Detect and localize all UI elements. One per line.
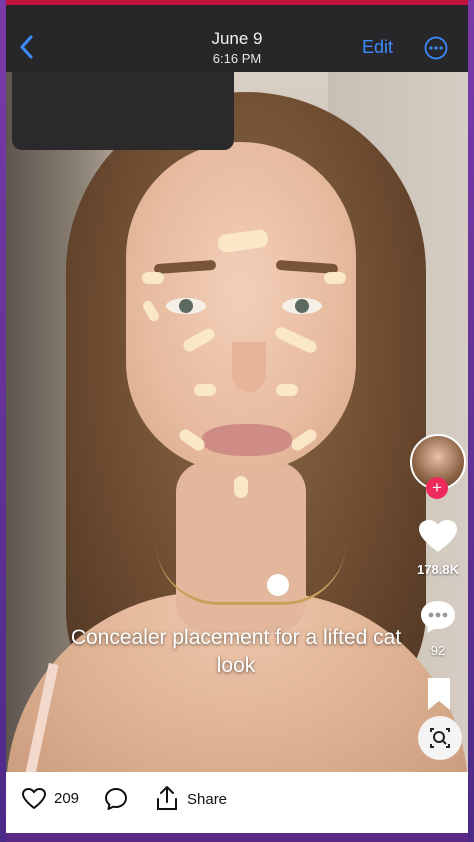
subject-lips (202, 424, 292, 456)
header-time: 6:16 PM (212, 51, 262, 66)
concealer-dot (234, 476, 248, 498)
video-caption: Concealer placement for a lifted cat loo… (70, 626, 402, 677)
share-icon[interactable] (156, 785, 178, 811)
heart-outline-icon[interactable] (22, 788, 46, 810)
ellipsis-circle-icon[interactable] (424, 36, 448, 60)
photo-viewer: Concealer placement for a lifted cat loo… (6, 5, 468, 833)
bottom-toolbar: 209 Share (6, 772, 468, 833)
bookmark-icon[interactable] (426, 678, 452, 710)
scrubber-handle[interactable] (267, 574, 289, 596)
viewer-header: June 9 6:16 PM Edit (6, 5, 468, 72)
heart-icon[interactable] (419, 520, 457, 554)
concealer-dot (324, 272, 346, 284)
header-date: June 9 (211, 29, 263, 48)
edit-button[interactable]: Edit (362, 37, 393, 58)
share-button[interactable]: Share (187, 791, 227, 808)
follow-plus-icon[interactable]: + (426, 477, 448, 499)
concealer-dot (142, 272, 164, 284)
right-eye (282, 298, 322, 314)
concealer-dot (276, 384, 298, 396)
frame-edge-right (468, 0, 474, 842)
concealer-dot (194, 384, 216, 396)
comment-bubble-icon[interactable] (420, 600, 456, 634)
visual-search-icon[interactable] (418, 716, 462, 760)
picture-in-picture-overlay[interactable] (12, 72, 234, 150)
subject-nose (232, 342, 266, 392)
comment-count: 92 (430, 643, 446, 658)
like-count: 178.8K (417, 562, 459, 577)
bottom-like-count: 209 (54, 790, 80, 807)
video-frame[interactable]: Concealer placement for a lifted cat loo… (6, 72, 468, 772)
left-eye (166, 298, 206, 314)
comment-outline-icon[interactable] (104, 787, 128, 811)
